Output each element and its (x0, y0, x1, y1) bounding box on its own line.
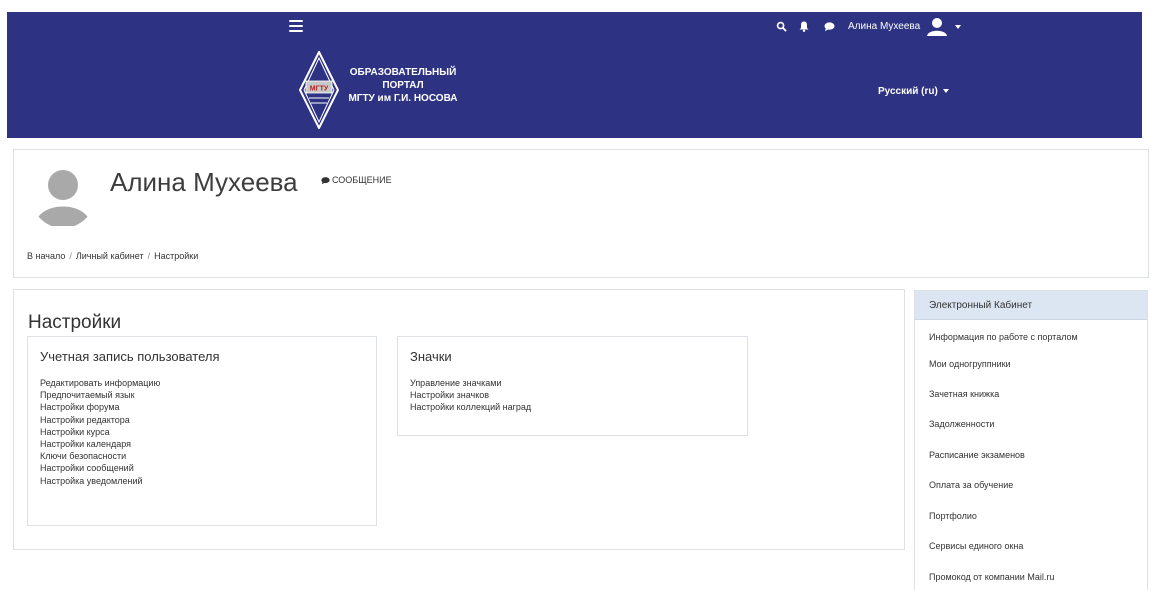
block-title: Электронный Кабинет (915, 291, 1147, 320)
account-settings-panel: Учетная запись пользователя Редактироват… (27, 336, 377, 526)
link-calendar-settings[interactable]: Настройки календаря (40, 438, 160, 450)
link-course-settings[interactable]: Настройки курса (40, 426, 160, 438)
link-editor-settings[interactable]: Настройки редактора (40, 414, 160, 426)
breadcrumb-settings[interactable]: Настройки (154, 251, 198, 261)
portal-title[interactable]: ОБРАЗОВАТЕЛЬНЫЙ ПОРТАЛ МГТУ им Г.И. НОСО… (338, 66, 468, 105)
caret-down-icon (942, 89, 949, 94)
breadcrumb-dashboard[interactable]: Личный кабинет (76, 251, 144, 261)
portal-title-line: ПОРТАЛ (382, 80, 424, 91)
sidebar-item-groupmates[interactable]: Мои одногруппники (929, 359, 1011, 369)
link-message-settings[interactable]: Настройки сообщений (40, 462, 160, 474)
language-label: Русский (ru) (878, 86, 938, 97)
page-title: Алина Мухеева (110, 167, 298, 197)
chat-icon (321, 177, 330, 185)
chat-icon[interactable] (824, 21, 835, 32)
sidebar-item-tuition-payment[interactable]: Оплата за обучение (929, 480, 1013, 490)
link-badge-collections[interactable]: Настройки коллекций наград (410, 401, 531, 413)
sidebar-item-record-book[interactable]: Зачетная книжка (929, 389, 999, 399)
university-logo[interactable]: МГТУ (299, 51, 339, 129)
sidebar-item-mailru-promo[interactable]: Промокод от компании Mail.ru (929, 572, 1054, 582)
sidebar-item-portal-info[interactable]: Информация по работе с порталом (929, 332, 1078, 342)
link-preferred-language[interactable]: Предпочитаемый язык (40, 389, 160, 401)
badges-panel: Значки Управление значками Настройки зна… (397, 336, 748, 436)
settings-content: Настройки Учетная запись пользователя Ре… (13, 289, 905, 550)
sidebar-item-exam-schedule[interactable]: Расписание экзаменов (929, 450, 1025, 460)
link-manage-badges[interactable]: Управление значками (410, 377, 531, 389)
sidebar-item-portfolio[interactable]: Портфолио (929, 511, 977, 521)
search-icon[interactable] (776, 21, 787, 32)
portal-title-line: МГТУ им Г.И. НОСОВА (348, 93, 458, 104)
account-settings-title: Учетная запись пользователя (40, 349, 220, 364)
link-notification-settings[interactable]: Настройка уведомлений (40, 475, 160, 487)
badges-title: Значки (410, 349, 452, 364)
breadcrumb: В начало / Личный кабинет / Настройки (27, 251, 199, 261)
language-selector[interactable]: Русский (ru) (878, 86, 949, 97)
bell-icon[interactable] (799, 21, 809, 32)
top-navbar: Алина Мухеева (7, 12, 1142, 42)
sidebar-item-debts[interactable]: Задолженности (929, 419, 994, 429)
user-avatar (31, 164, 95, 228)
link-edit-profile[interactable]: Редактировать информацию (40, 377, 160, 389)
caret-down-icon[interactable] (955, 25, 961, 29)
link-forum-settings[interactable]: Настройки форума (40, 401, 160, 413)
send-message-button[interactable]: СООБЩЕНИЕ (321, 175, 392, 185)
account-settings-links: Редактировать информацию Предпочитаемый … (40, 377, 160, 487)
badges-links: Управление значками Настройки значков На… (410, 377, 531, 414)
avatar-icon[interactable] (926, 16, 948, 38)
header-banner: МГТУ ОБРАЗОВАТЕЛЬНЫЙ ПОРТАЛ МГТУ им Г.И.… (7, 42, 1142, 138)
menu-icon[interactable] (289, 20, 303, 32)
user-name[interactable]: Алина Мухеева (848, 20, 920, 34)
profile-header: Алина Мухеева СООБЩЕНИЕ В начало / Личный … (13, 149, 1149, 278)
electronic-cabinet-block: Электронный Кабинет Информация по работе… (914, 290, 1148, 590)
settings-heading: Настройки (28, 312, 122, 333)
sidebar-item-single-window[interactable]: Сервисы единого окна (929, 541, 1023, 551)
link-badge-settings[interactable]: Настройки значков (410, 389, 531, 401)
logo-badge-text: МГТУ (310, 86, 329, 93)
breadcrumb-home[interactable]: В начало (27, 251, 65, 261)
send-message-label: СООБЩЕНИЕ (332, 175, 392, 185)
link-security-keys[interactable]: Ключи безопасности (40, 450, 160, 462)
portal-title-line: ОБРАЗОВАТЕЛЬНЫЙ (349, 67, 457, 78)
